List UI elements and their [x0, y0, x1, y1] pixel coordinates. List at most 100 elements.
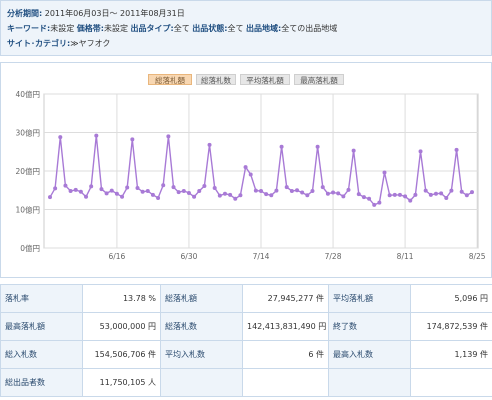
data-point [217, 193, 222, 198]
data-point [176, 190, 181, 195]
data-point [53, 186, 58, 191]
stat-value: 5,096 円 [410, 284, 492, 313]
period-label: 分析期間: [7, 9, 43, 18]
data-point [377, 200, 382, 205]
data-point [259, 189, 263, 194]
x-tick-label: 7/28 [325, 252, 342, 261]
line-chart: 0億円 10億円 20億円 30億円 40億円 6/16 6/30 7/14 7/28 8/11 8… [15, 89, 486, 261]
type-label: 出品タイプ: [130, 24, 174, 33]
stat-value: 13.78 % [82, 284, 161, 313]
y-tick-label: 20億円 [15, 166, 40, 176]
table-row: 落札率 13.78 % 総落札額 27,945,277 件 平均落札額 5,09… [0, 284, 492, 313]
stat-value: 53,000,000 円 [82, 312, 161, 341]
data-point [186, 190, 191, 195]
data-point [428, 192, 433, 197]
x-tick-label: 8/11 [397, 252, 414, 261]
filter-row: キーワード:未設定 価格帯:未設定 出品タイプ:全て 出品状態:全て 出品地域:… [7, 23, 337, 34]
data-point [48, 195, 52, 200]
data-point [403, 194, 408, 199]
data-point [351, 148, 356, 153]
stat-label: 最高落札額 [0, 312, 83, 341]
stat-value: 174,872,539 件 [410, 312, 492, 341]
data-point [320, 185, 325, 190]
data-point [125, 185, 130, 190]
data-point [305, 193, 310, 198]
price-value: 未設定 [103, 24, 128, 33]
data-point [315, 144, 320, 149]
data-point [418, 149, 423, 154]
data-point [289, 189, 294, 194]
x-tick-label: 8/25 [469, 252, 486, 261]
data-point [135, 185, 140, 190]
stat-value: 6 件 [242, 340, 329, 369]
data-point [397, 192, 402, 197]
data-point [181, 189, 186, 194]
data-point [372, 202, 377, 207]
data-point [222, 191, 227, 196]
stat-label: 最高入札数 [328, 340, 411, 369]
data-point [197, 189, 202, 194]
data-point [284, 185, 289, 190]
stat-value: 154,506,706 件 [82, 340, 161, 369]
table-row: 総入札数 154,506,706 件 平均入札数 6 件 最高入札数 1,139… [0, 340, 492, 369]
data-point [166, 134, 171, 139]
data-point [140, 189, 145, 194]
data-point [392, 192, 397, 197]
stat-label: 総落札数 [160, 312, 243, 341]
data-point [73, 187, 78, 192]
data-point [63, 183, 68, 188]
period-row: 分析期間: 2011年06月03日～ 2011年08月31日 [7, 8, 185, 19]
keyword-value: 未設定 [50, 24, 75, 33]
x-tick-label: 6/16 [108, 252, 125, 261]
type-value: 全て [173, 24, 190, 33]
region-value: 全ての出品地域 [281, 24, 338, 33]
y-tick-label: 40億円 [15, 89, 40, 99]
data-point [356, 192, 361, 197]
data-point [89, 184, 94, 189]
data-point [207, 142, 212, 147]
stat-value: 11,750,105 人 [82, 368, 161, 397]
site-value: ≫ヤフオク [70, 39, 111, 48]
data-point [58, 135, 63, 140]
period-value: 2011年06月03日～ 2011年08月31日 [44, 9, 185, 18]
data-point [233, 196, 238, 201]
data-point [464, 193, 469, 198]
analysis-conditions-panel: 分析期間: 2011年06月03日～ 2011年08月31日 キーワード:未設定… [0, 0, 492, 56]
data-point [202, 184, 207, 189]
y-tick-label: 0億円 [20, 243, 40, 253]
data-point [341, 194, 346, 199]
data-point [228, 192, 233, 197]
empty-cell [160, 368, 243, 397]
data-point [99, 187, 104, 192]
data-point [104, 191, 109, 196]
site-row: サイト･カテゴリ:≫ヤフオク [7, 38, 110, 49]
data-point [243, 165, 248, 170]
stat-value: 142,413,831,490 円 [242, 312, 329, 341]
site-label: サイト･カテゴリ: [7, 39, 71, 48]
data-point [300, 190, 305, 195]
region-label: 出品地域: [246, 24, 282, 33]
data-point [361, 195, 366, 200]
data-point [212, 185, 217, 190]
data-point [84, 194, 89, 199]
empty-cell [410, 368, 492, 397]
data-point [130, 137, 135, 142]
stat-label: 平均入札数 [160, 340, 243, 369]
stat-label: 総入札数 [0, 340, 83, 369]
data-point [150, 192, 155, 197]
data-point [274, 188, 279, 193]
data-point [454, 147, 459, 152]
keyword-label: キーワード: [7, 24, 51, 33]
data-point [325, 191, 330, 196]
data-point [161, 183, 166, 188]
data-point [449, 188, 454, 193]
data-point [248, 172, 253, 177]
data-point [114, 191, 119, 196]
data-point [78, 189, 83, 194]
data-point [145, 189, 150, 194]
stat-label: 平均落札額 [328, 284, 411, 313]
y-tick-label: 10億円 [15, 205, 40, 215]
data-point [310, 189, 315, 194]
data-point [470, 190, 474, 195]
data-point [156, 195, 161, 200]
